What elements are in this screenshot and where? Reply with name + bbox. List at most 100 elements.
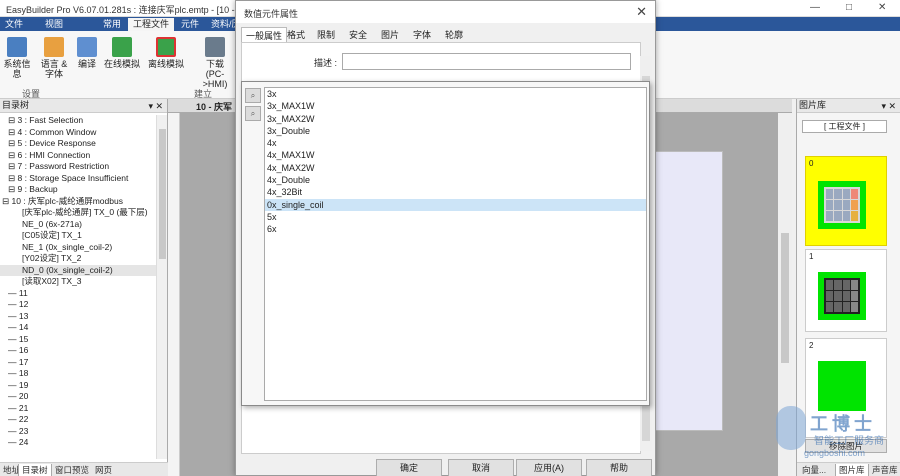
close-window-icon[interactable]: ✕	[878, 2, 886, 13]
tree-node[interactable]: — 18	[0, 368, 156, 380]
system-info-icon	[7, 37, 27, 57]
tab-project-tree[interactable]: 目录树	[18, 464, 52, 476]
tree-scroll-thumb[interactable]	[159, 129, 166, 259]
download-button[interactable]: 下载 (PC->HMI)	[196, 37, 234, 89]
minimize-icon[interactable]: —	[810, 2, 820, 13]
editor-scroll-thumb[interactable]	[781, 233, 789, 363]
tree-node[interactable]: ⊟ 7 : Password Restriction	[0, 161, 156, 173]
tree-node[interactable]: ⊟ 3 : Fast Selection	[0, 115, 156, 127]
tree-node[interactable]: — 15	[0, 334, 156, 346]
tab-font[interactable]: 字体	[409, 27, 435, 43]
ok-button[interactable]: 确定	[376, 459, 442, 476]
address-type-option[interactable]: 0x_single_coil	[265, 198, 646, 211]
download-label: 下载 (PC->HMI)	[202, 59, 228, 89]
tree-node[interactable]: — 12	[0, 299, 156, 311]
cancel-button[interactable]: 取消	[448, 459, 514, 476]
online-sim-button[interactable]: 在线模拟	[102, 37, 142, 69]
tree-node[interactable]: — 13	[0, 311, 156, 323]
keypad-picture-icon	[818, 181, 866, 229]
ribbon-tab-view[interactable]: 视图	[40, 18, 68, 31]
tree-node[interactable]: [庆军plc-威纶通屏] TX_0 (最下层)	[0, 207, 156, 219]
tree-node[interactable]: — 14	[0, 322, 156, 334]
tab-general[interactable]: 一般属性	[241, 27, 288, 43]
tree-node[interactable]: NE_1 (0x_single_coil-2)	[0, 242, 156, 254]
project-tree-title: 目录树	[2, 100, 30, 110]
address-type-option[interactable]: 4x_MAX2W	[265, 162, 646, 174]
tab-format[interactable]: 格式	[283, 27, 309, 43]
tree-node[interactable]: — 20	[0, 391, 156, 403]
ribbon-tab-home[interactable]: 常用	[98, 18, 126, 31]
tab-limit[interactable]: 限制	[313, 27, 339, 43]
project-tree-header: 目录树 ▾ ✕	[0, 99, 167, 113]
address-type-option[interactable]: 3x_MAX2W	[265, 113, 646, 125]
dialog-title: 数值元件属性	[244, 9, 299, 19]
panel-controls[interactable]: ▾ ✕	[148, 100, 163, 113]
address-type-option[interactable]: 4x_Double	[265, 174, 646, 186]
tree-scrollbar[interactable]	[156, 115, 167, 459]
picture-item[interactable]: 0	[805, 156, 887, 246]
editor-tab[interactable]: 10 - 庆军	[196, 100, 232, 113]
system-info-button[interactable]: 系统信息	[0, 37, 34, 79]
address-type-option[interactable]: 5x	[265, 211, 646, 223]
keypad-picture-icon	[818, 272, 866, 320]
language-font-label: 语言 & 字体	[40, 59, 68, 79]
tree-node[interactable]: ⊟ 10 : 庆军plc-威纶通屏modbus	[0, 196, 156, 208]
offline-sim-button[interactable]: 离线模拟	[146, 37, 186, 69]
tab-security[interactable]: 安全	[345, 27, 371, 43]
system-info-label: 系统信息	[3, 59, 31, 79]
help-button[interactable]: 帮助	[586, 459, 652, 476]
search-icon[interactable]: ⌕	[245, 106, 261, 121]
watermark: 工博士 智能工厂服务商 gongboshi.com	[770, 402, 900, 466]
picture-library-controls[interactable]: ▾ ✕	[881, 100, 896, 113]
tab-window-preview[interactable]: 窗口预览	[52, 464, 92, 476]
close-icon[interactable]: ✕	[636, 4, 647, 20]
tree-node[interactable]: ND_0 (0x_single_coil-2)	[0, 264, 156, 276]
address-type-option[interactable]: 4x	[265, 137, 646, 149]
compile-label: 编译	[77, 59, 96, 69]
description-input[interactable]	[342, 53, 631, 70]
dialog-title-bar: 数值元件属性 ✕	[236, 1, 655, 23]
tab-outline[interactable]: 轮廓	[441, 27, 467, 43]
address-type-option[interactable]: 3x_MAX1W	[265, 100, 646, 112]
filter-icon[interactable]: ⌕	[245, 88, 261, 103]
tree-node[interactable]: ⊟ 8 : Storage Space Insufficient	[0, 173, 156, 185]
ribbon-tab-objects[interactable]: 元件	[176, 18, 204, 31]
tree-node[interactable]: ⊟ 5 : Device Response	[0, 138, 156, 150]
address-type-option[interactable]: 6x	[265, 223, 646, 235]
tree-node[interactable]: ⊟ 4 : Common Window	[0, 127, 156, 139]
tree-node[interactable]: — 24	[0, 437, 156, 449]
apply-button[interactable]: 应用(A)	[516, 459, 582, 476]
tree-node[interactable]: ⊟ 9 : Backup	[0, 184, 156, 196]
tree-node[interactable]: [Y02设定] TX_2	[0, 253, 156, 265]
tree-node[interactable]: — 22	[0, 414, 156, 426]
offline-sim-icon	[156, 37, 176, 57]
picture-source-select[interactable]: [ 工程文件 ]	[802, 120, 887, 133]
tree-node[interactable]: — 11	[0, 288, 156, 300]
address-type-option[interactable]: 3x_Double	[265, 125, 646, 137]
address-type-option[interactable]: 4x_MAX1W	[265, 149, 646, 161]
picture-index: 2	[809, 341, 814, 350]
address-type-option[interactable]: 4x_32Bit	[265, 186, 646, 198]
tree-node[interactable]: — 16	[0, 345, 156, 357]
language-font-button[interactable]: 语言 & 字体	[38, 37, 70, 79]
tree-node[interactable]: — 17	[0, 357, 156, 369]
ribbon-tab-project[interactable]: 工程文件	[128, 18, 175, 31]
maximize-icon[interactable]: □	[846, 2, 852, 13]
tab-web[interactable]: 网页	[92, 464, 115, 476]
vertical-ruler	[168, 113, 180, 476]
tree-node[interactable]: — 21	[0, 403, 156, 415]
tree-node[interactable]: [C05设定] TX_1	[0, 230, 156, 242]
ribbon-tab-file[interactable]: 文件	[0, 18, 28, 31]
tree-node[interactable]: — 23	[0, 426, 156, 438]
picture-item[interactable]: 1	[805, 249, 887, 332]
address-type-option[interactable]: 3x	[265, 88, 646, 100]
description-label: 描述 :	[314, 58, 338, 68]
compile-button[interactable]: 编译	[74, 37, 100, 69]
tab-picture[interactable]: 图片	[377, 27, 403, 43]
tree-node[interactable]: [读取X02] TX_3	[0, 276, 156, 288]
watermark-url: gongboshi.com	[804, 448, 866, 458]
language-font-icon	[44, 37, 64, 57]
tree-node[interactable]: — 19	[0, 380, 156, 392]
tree-node[interactable]: NE_0 (6x-271a)	[0, 219, 156, 231]
tree-node[interactable]: ⊟ 6 : HMI Connection	[0, 150, 156, 162]
